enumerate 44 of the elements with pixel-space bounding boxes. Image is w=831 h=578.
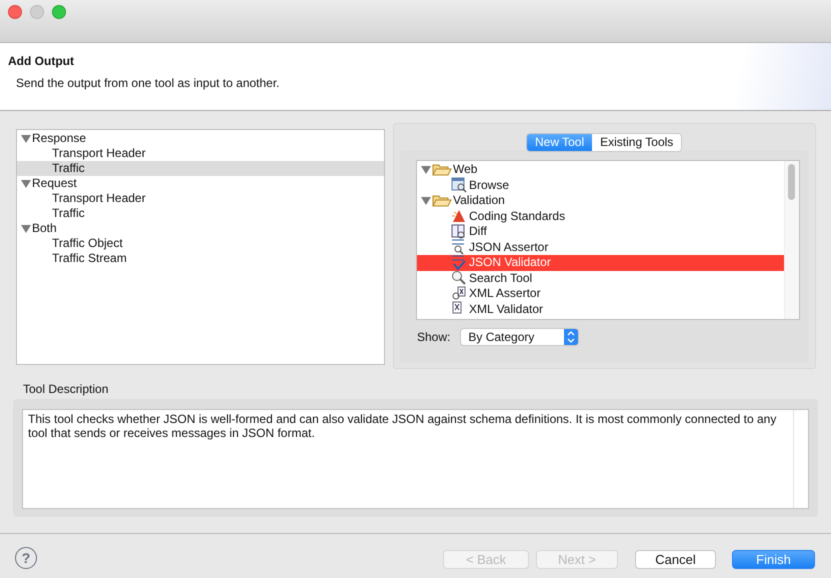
expanded-arrow-icon[interactable] — [21, 224, 31, 232]
tool-icon — [451, 177, 467, 194]
zoom-button[interactable] — [52, 5, 66, 19]
expanded-arrow-icon[interactable] — [421, 196, 431, 205]
tool-icon — [451, 208, 467, 224]
category-dropdown[interactable]: By Category — [460, 328, 580, 346]
tree-group-label[interactable]: Request — [32, 176, 77, 191]
tool-item[interactable]: Search Tool — [417, 270, 784, 286]
tool-icon — [451, 286, 467, 302]
tool-category[interactable]: Validation — [453, 193, 505, 208]
tree-item[interactable]: Traffic — [17, 206, 384, 221]
help-button[interactable]: ? — [15, 547, 37, 569]
tool-item[interactable]: XML Assertor — [417, 286, 784, 302]
tool-category[interactable]: Web — [453, 162, 478, 178]
expanded-arrow-icon[interactable] — [21, 134, 31, 142]
expanded-arrow-icon[interactable] — [21, 180, 31, 188]
dialog-button[interactable]: Cancel — [635, 550, 716, 568]
tree-item[interactable]: Transport Header — [17, 146, 384, 161]
scrollbar[interactable] — [784, 161, 799, 319]
expanded-arrow-icon[interactable] — [421, 166, 431, 174]
tool-item[interactable]: XML Validator — [417, 302, 784, 317]
tree-item[interactable]: Transport Header — [17, 191, 384, 206]
folder-icon — [432, 163, 452, 176]
description-text: This tool checks whether JSON is well-formed and can also validate JSON against schema definitions. It is most commonly connected to any tool that sends or receives messages in JSON format. — [27, 411, 778, 442]
tool-item[interactable]: Coding Standards — [417, 208, 784, 224]
tree-group-label[interactable]: Response — [32, 131, 86, 146]
tool-icon — [451, 239, 467, 256]
tree-item[interactable]: Traffic Object — [17, 236, 384, 251]
description-label: Tool Description — [23, 382, 108, 396]
tool-icon — [451, 254, 467, 271]
tool-icon — [451, 224, 467, 240]
tree-item[interactable]: Traffic Stream — [17, 251, 384, 266]
folder-icon — [432, 194, 452, 208]
show-label: Show: — [417, 330, 450, 344]
close-button[interactable] — [8, 5, 22, 19]
tree-group-label[interactable]: Both — [32, 221, 57, 236]
tree-item[interactable]: Traffic — [17, 161, 384, 176]
tool-item[interactable]: JSON Assertor — [417, 240, 784, 255]
tool-item[interactable]: Diff — [417, 224, 784, 240]
tool-item[interactable]: JSON Validator — [417, 255, 784, 270]
dialog-subtitle: Send the output from one tool as input to another. — [16, 76, 281, 90]
tool-icon — [451, 270, 467, 286]
tool-item[interactable]: Browse — [417, 178, 784, 193]
dialog-title: Add Output — [8, 54, 74, 68]
